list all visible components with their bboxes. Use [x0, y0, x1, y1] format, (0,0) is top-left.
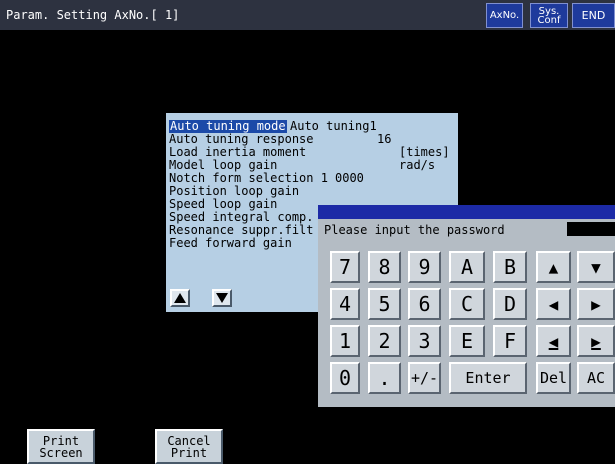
cursor-down-button[interactable]: ▼ — [577, 251, 615, 283]
cancel-print-button[interactable]: Cancel Print — [155, 429, 223, 464]
key-3[interactable]: 3 — [408, 325, 441, 357]
password-keypad: Please input the password 7 8 9 A B ▲ ▼ … — [318, 205, 615, 407]
key-5[interactable]: 5 — [368, 288, 401, 320]
sys-conf-button[interactable]: Sys. Conf — [530, 3, 568, 28]
enter-button[interactable]: Enter — [449, 362, 527, 394]
cursor-home-button[interactable]: ◀ — [536, 325, 571, 357]
scroll-up-button[interactable] — [170, 289, 190, 307]
key-0[interactable]: 0 — [330, 362, 360, 394]
cursor-left-button[interactable]: ◀ — [536, 288, 571, 320]
key-1[interactable]: 1 — [330, 325, 360, 357]
axno-button[interactable]: AxNo. — [486, 3, 523, 28]
page-title: Param. Setting AxNo.[ 1] — [6, 8, 180, 22]
scroll-down-button[interactable] — [212, 289, 232, 307]
cursor-up-button[interactable]: ▲ — [536, 251, 571, 283]
arrow-right-end-icon: ▶ — [591, 331, 601, 351]
key-a[interactable]: A — [449, 251, 485, 283]
password-prompt: Please input the password — [324, 223, 505, 237]
all-clear-button[interactable]: AC — [577, 362, 615, 394]
key-6[interactable]: 6 — [408, 288, 441, 320]
key-f[interactable]: F — [493, 325, 527, 357]
password-input[interactable] — [567, 222, 615, 236]
key-2[interactable]: 2 — [368, 325, 401, 357]
triangle-down-icon — [216, 293, 228, 303]
key-9[interactable]: 9 — [408, 251, 441, 283]
param-unit: rad/s — [399, 158, 436, 172]
arrow-down-icon: ▼ — [591, 257, 601, 277]
arrow-left-end-icon: ◀ — [548, 331, 559, 351]
key-plus-minus[interactable]: +/- — [408, 362, 441, 394]
cursor-end-button[interactable]: ▶ — [577, 325, 615, 357]
arrow-left-icon: ◀ — [548, 294, 559, 314]
triangle-up-icon — [174, 293, 186, 303]
end-button[interactable]: END — [572, 3, 615, 28]
cursor-right-button[interactable]: ▶ — [577, 288, 615, 320]
arrow-up-icon: ▲ — [548, 257, 559, 277]
delete-button[interactable]: Del — [536, 362, 571, 394]
title-bar: Param. Setting AxNo.[ 1] AxNo. Sys. Conf… — [0, 0, 615, 30]
param-label: Feed forward gain — [169, 236, 292, 250]
key-c[interactable]: C — [449, 288, 485, 320]
print-screen-button[interactable]: Print Screen — [27, 429, 95, 464]
arrow-right-icon: ▶ — [591, 294, 601, 314]
param-row-feed-forward-gain[interactable]: Feed forward gain — [169, 237, 292, 250]
key-8[interactable]: 8 — [368, 251, 401, 283]
key-4[interactable]: 4 — [330, 288, 360, 320]
key-7[interactable]: 7 — [330, 251, 360, 283]
key-e[interactable]: E — [449, 325, 485, 357]
key-dot[interactable]: . — [368, 362, 401, 394]
keypad-title-bar[interactable] — [318, 205, 615, 219]
key-d[interactable]: D — [493, 288, 527, 320]
param-value: 16 — [377, 132, 392, 146]
param-value: 0000 — [335, 171, 364, 185]
key-b[interactable]: B — [493, 251, 527, 283]
